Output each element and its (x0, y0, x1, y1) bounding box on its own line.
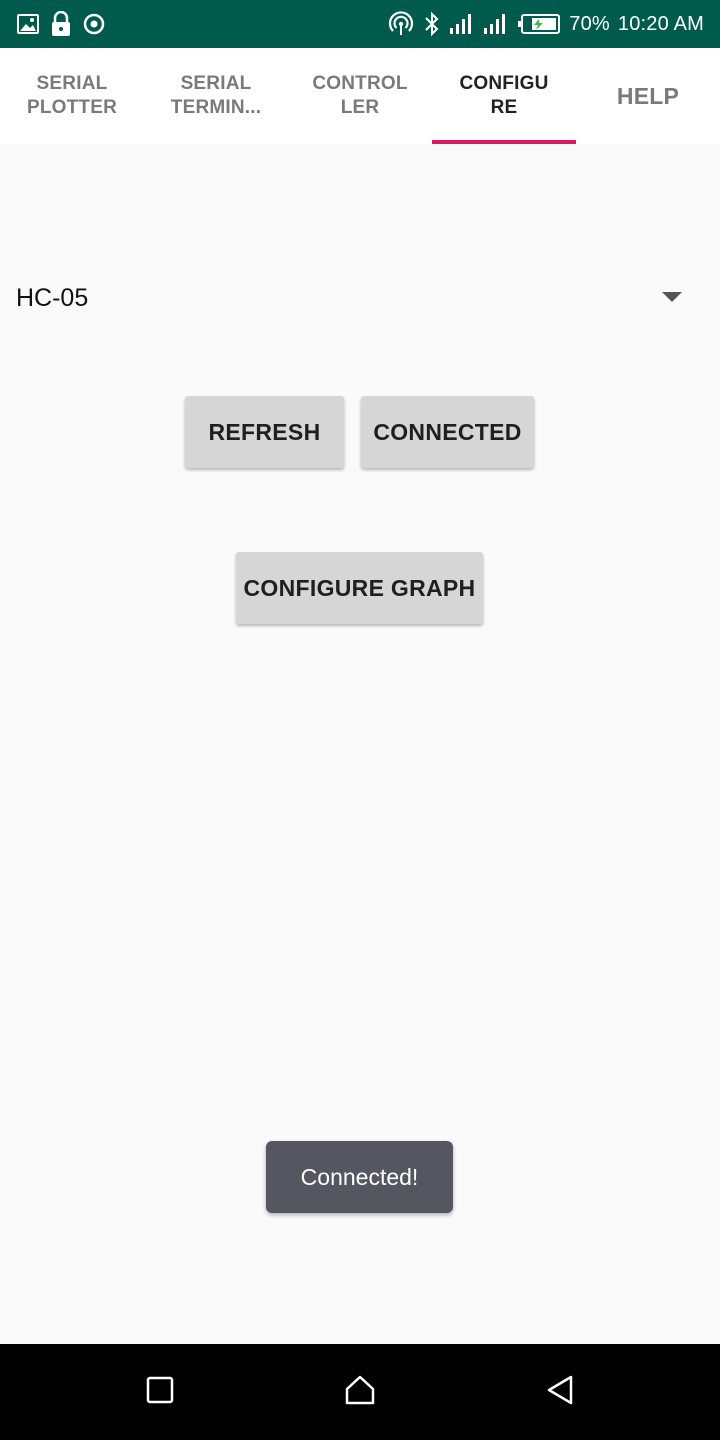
home-icon (344, 1374, 376, 1411)
tab-bar: SERIAL PLOTTER SERIAL TERMIN... CONTROL … (0, 48, 720, 144)
battery-icon (517, 13, 561, 35)
configure-panel: HC-05 REFRESH CONNECTED CONFIGURE GRAPH … (0, 144, 720, 1344)
status-right: 70% 10:20 AM (387, 11, 704, 37)
dropdown-arrow-icon (662, 292, 682, 302)
recents-button[interactable] (120, 1352, 200, 1432)
device-spinner-value: HC-05 (16, 283, 89, 312)
recents-icon (145, 1375, 175, 1410)
back-icon (545, 1374, 575, 1411)
status-left (16, 11, 106, 37)
tab-serial-terminal[interactable]: SERIAL TERMIN... (144, 48, 288, 144)
nav-bar (0, 1344, 720, 1440)
clock: 10:20 AM (617, 12, 704, 35)
image-icon (16, 12, 40, 36)
signal-icon (483, 13, 509, 35)
toast-message: Connected! (266, 1141, 453, 1213)
device-spinner[interactable]: HC-05 (0, 270, 720, 326)
back-button[interactable] (520, 1352, 600, 1432)
configure-graph-button[interactable]: CONFIGURE GRAPH (236, 552, 483, 624)
tab-configure[interactable]: CONFIGU RE (432, 48, 576, 144)
sync-icon (82, 12, 106, 36)
tab-serial-plotter[interactable]: SERIAL PLOTTER (0, 48, 144, 144)
bluetooth-icon (423, 11, 441, 37)
tab-help[interactable]: HELP (576, 48, 720, 144)
status-bar: 70% 10:20 AM (0, 0, 720, 48)
refresh-button[interactable]: REFRESH (185, 396, 344, 468)
signal-icon (449, 13, 475, 35)
lock-icon (50, 11, 72, 37)
battery-percent: 70% (569, 12, 610, 35)
connected-button[interactable]: CONNECTED (361, 396, 534, 468)
tab-controller[interactable]: CONTROL LER (288, 48, 432, 144)
home-button[interactable] (320, 1352, 400, 1432)
hotspot-icon (387, 11, 415, 37)
